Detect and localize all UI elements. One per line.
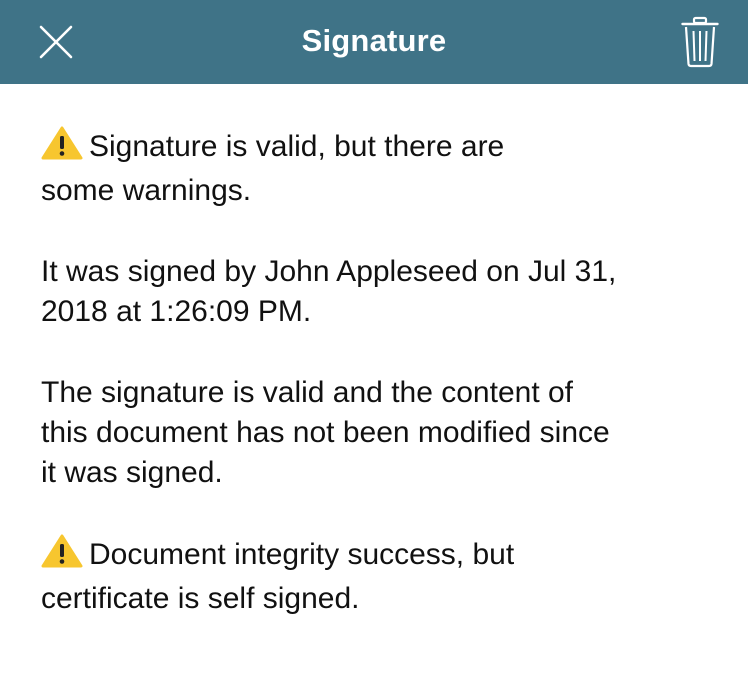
signer-line-1: It was signed by John Appleseed on Jul 3… <box>41 255 617 288</box>
summary-line-2: some warnings. <box>41 174 252 207</box>
summary-message: Signature is valid, but there are some w… <box>41 126 711 211</box>
validity-line-1: The signature is valid and the content o… <box>41 376 574 409</box>
page-title: Signature <box>301 23 447 58</box>
warning-icon <box>41 126 83 171</box>
trash-icon <box>681 16 719 68</box>
navigation-bar: Signature <box>0 0 748 84</box>
summary-line-1: Signature is valid, but there are <box>89 130 505 163</box>
integrity-line-2: certificate is self signed. <box>41 582 360 615</box>
validity-line-2: this document has not been modified sinc… <box>41 416 610 449</box>
integrity-line-1: Document integrity success, but <box>89 538 515 571</box>
validity-line-3: it was signed. <box>41 456 223 489</box>
signature-details: Signature is valid, but there are some w… <box>41 126 711 660</box>
delete-button[interactable] <box>658 0 742 84</box>
warning-icon <box>41 534 83 579</box>
validity-message: The signature is valid and the content o… <box>41 373 711 493</box>
signer-message: It was signed by John Appleseed on Jul 3… <box>41 252 711 332</box>
integrity-message: Document integrity success, but certific… <box>41 534 711 619</box>
signer-line-2: 2018 at 1:26:09 PM. <box>41 295 312 328</box>
